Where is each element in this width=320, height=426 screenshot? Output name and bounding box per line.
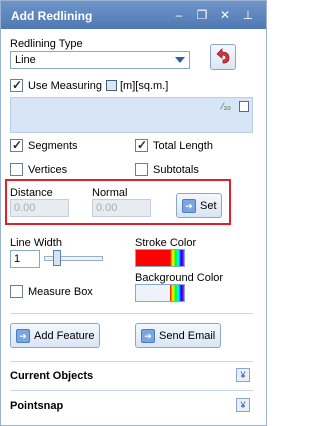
line-width-slider-thumb[interactable] (53, 250, 61, 266)
measure-box-label: Measure Box (28, 286, 93, 298)
send-email-button[interactable]: ➔ Send Email (135, 323, 221, 348)
normal-input[interactable]: 0.00 (92, 199, 151, 217)
vertices-label: Vertices (28, 164, 68, 176)
line-width-input[interactable]: 1 (10, 250, 40, 268)
restore-icon[interactable]: ❐ (195, 8, 209, 22)
close-icon[interactable]: ✕ (218, 8, 232, 22)
background-color-label: Background Color (135, 272, 224, 284)
distance-input[interactable]: 0.00 (10, 199, 69, 217)
stroke-color-label: Stroke Color (135, 237, 197, 249)
background-color-picker[interactable] (135, 284, 185, 302)
add-feature-button[interactable]: ➔ Add Feature (10, 323, 100, 348)
pin-icon[interactable]: ⊥ (241, 8, 255, 22)
redlining-type-select[interactable]: Line (10, 51, 190, 69)
undo-icon (216, 48, 230, 64)
use-measuring-checkbox[interactable] (10, 78, 23, 92)
chevron-down-icon (175, 57, 185, 63)
subtotals-label: Subtotals (153, 164, 199, 176)
arrow-right-icon: ➔ (182, 199, 196, 213)
undo-button[interactable] (210, 44, 236, 70)
vertices-checkbox[interactable] (10, 163, 23, 176)
normal-label: Normal (92, 187, 128, 199)
arrow-right-icon: ➔ (141, 329, 155, 343)
segments-checkbox[interactable] (10, 138, 23, 152)
current-objects-title[interactable]: Current Objects (10, 370, 93, 382)
send-email-label: Send Email (159, 330, 216, 342)
divider (10, 313, 253, 314)
pointsnap-title[interactable]: Pointsnap (10, 400, 63, 412)
color-palette-icon (170, 250, 184, 266)
redlining-type-label: Redlining Type (10, 38, 83, 50)
set-button[interactable]: ➔ Set (176, 193, 222, 218)
add-feature-label: Add Feature (34, 330, 95, 342)
chart-3d-icon[interactable]: ⁄₃₀ (222, 101, 231, 111)
calculator-icon[interactable] (106, 80, 117, 91)
measure-box-checkbox[interactable] (10, 285, 23, 298)
use-measuring-label: Use Measuring (28, 80, 102, 92)
panel-title: Add Redlining (11, 9, 93, 23)
line-width-label: Line Width (10, 237, 62, 249)
color-palette-icon (170, 285, 184, 301)
add-redlining-panel: Add Redlining – ❐ ✕ ⊥ Redlining Type Lin… (0, 0, 267, 426)
arrow-right-icon: ➔ (16, 329, 30, 343)
total-length-checkbox[interactable] (135, 138, 148, 152)
expand-current-objects-icon[interactable]: ¥ (236, 368, 250, 382)
divider (10, 390, 253, 391)
stroke-color-swatch (136, 250, 170, 266)
distance-label: Distance (10, 187, 53, 199)
background-color-swatch (136, 285, 170, 301)
divider (10, 361, 253, 362)
redlining-type-value: Line (15, 54, 36, 66)
segments-label: Segments (28, 140, 78, 152)
minimize-icon[interactable]: – (172, 8, 186, 22)
panel-titlebar: Add Redlining – ❐ ✕ ⊥ (1, 1, 266, 29)
set-button-label: Set (200, 200, 217, 212)
expand-pointsnap-icon[interactable]: ¥ (236, 398, 250, 412)
stroke-color-picker[interactable] (135, 249, 185, 267)
clipboard-icon[interactable] (239, 101, 249, 112)
total-length-label: Total Length (153, 140, 213, 152)
measuring-units: [m][sq.m.] (120, 80, 169, 92)
measurement-display: ⁄₃₀ (10, 97, 253, 133)
subtotals-checkbox[interactable] (135, 163, 148, 176)
